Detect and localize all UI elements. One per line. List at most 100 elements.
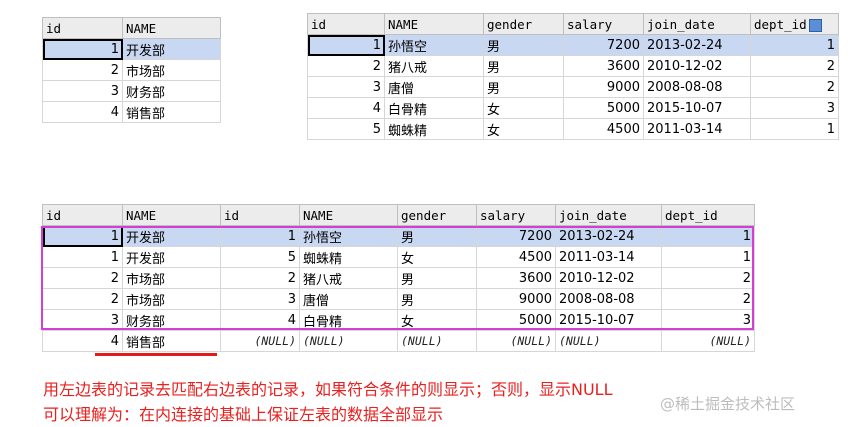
salary-cell[interactable]: 4500: [563, 118, 644, 140]
join-date-cell[interactable]: 2011-03-14: [555, 246, 662, 268]
emp-id-cell[interactable]: 5: [220, 246, 300, 268]
null-cell[interactable]: (NULL): [661, 330, 755, 352]
emp-name-cell[interactable]: 猪八戒: [299, 267, 398, 289]
table-row[interactable]: 4 销售部: [42, 101, 221, 123]
id-cell[interactable]: 2: [42, 59, 123, 81]
join-date-cell[interactable]: 2015-10-07: [643, 97, 751, 119]
null-cell[interactable]: (NULL): [555, 330, 662, 352]
join-date-cell[interactable]: 2011-03-14: [643, 118, 751, 140]
join-date-cell[interactable]: 2010-12-02: [643, 55, 751, 77]
join-date-cell[interactable]: 2013-02-24: [555, 225, 662, 247]
column-header[interactable]: gender: [483, 13, 564, 35]
salary-cell[interactable]: 9000: [563, 76, 644, 98]
dept-id-cell[interactable]: 4: [42, 330, 123, 352]
table-row[interactable]: 2 猪八戒 男 3600 2010-12-02 2: [307, 55, 839, 77]
table-row[interactable]: 3 唐僧 男 9000 2008-08-08 2: [307, 76, 839, 98]
dept-name-cell[interactable]: 市场部: [122, 288, 221, 310]
id-cell[interactable]: 1: [42, 38, 123, 60]
null-cell[interactable]: (NULL): [220, 330, 300, 352]
dept-id-cell[interactable]: 1: [750, 34, 839, 56]
gender-cell[interactable]: 男: [483, 34, 564, 56]
salary-cell[interactable]: 4500: [476, 246, 556, 268]
column-header[interactable]: id: [42, 17, 123, 39]
id-cell[interactable]: 3: [307, 76, 385, 98]
column-header[interactable]: id: [220, 204, 300, 226]
name-cell[interactable]: 唐僧: [384, 76, 484, 98]
column-header[interactable]: join_date: [555, 204, 662, 226]
gender-cell[interactable]: 女: [397, 309, 477, 331]
id-cell[interactable]: 1: [307, 34, 385, 56]
null-cell[interactable]: (NULL): [476, 330, 556, 352]
gender-cell[interactable]: 女: [397, 246, 477, 268]
name-cell[interactable]: 开发部: [122, 38, 221, 60]
dept-name-cell[interactable]: 财务部: [122, 309, 221, 331]
join-date-cell[interactable]: 2015-10-07: [555, 309, 662, 331]
table-row[interactable]: 3 财务部 4 白骨精 女 5000 2015-10-07 3: [42, 309, 755, 331]
emp-id-cell[interactable]: 3: [220, 288, 300, 310]
join-date-cell[interactable]: 2008-08-08: [555, 288, 662, 310]
column-header[interactable]: dept_id: [750, 13, 839, 35]
column-header[interactable]: NAME: [122, 204, 221, 226]
id-cell[interactable]: 4: [42, 101, 123, 123]
dept-id-cell[interactable]: 2: [750, 76, 839, 98]
emp-id-cell[interactable]: 1: [220, 225, 300, 247]
dept-name-cell[interactable]: 开发部: [122, 225, 221, 247]
dept-id-cell[interactable]: 1: [42, 246, 123, 268]
name-cell[interactable]: 财务部: [122, 80, 221, 102]
column-header[interactable]: gender: [397, 204, 477, 226]
emp-id-cell[interactable]: 4: [220, 309, 300, 331]
dept-name-cell[interactable]: 开发部: [122, 246, 221, 268]
table-row[interactable]: 4 白骨精 女 5000 2015-10-07 3: [307, 97, 839, 119]
emp-id-cell[interactable]: 2: [220, 267, 300, 289]
salary-cell[interactable]: 5000: [476, 309, 556, 331]
name-cell[interactable]: 白骨精: [384, 97, 484, 119]
column-header[interactable]: NAME: [122, 17, 221, 39]
null-cell[interactable]: (NULL): [397, 330, 477, 352]
dept-id-cell[interactable]: 2: [750, 55, 839, 77]
join-date-cell[interactable]: 2013-02-24: [643, 34, 751, 56]
dept-id-cell[interactable]: 1: [750, 118, 839, 140]
column-header[interactable]: NAME: [299, 204, 398, 226]
table-row[interactable]: 1 开发部: [42, 38, 221, 60]
column-header[interactable]: salary: [476, 204, 556, 226]
salary-cell[interactable]: 7200: [563, 34, 644, 56]
emp-name-cell[interactable]: 白骨精: [299, 309, 398, 331]
gender-cell[interactable]: 男: [397, 225, 477, 247]
table-row[interactable]: 2 市场部 3 唐僧 男 9000 2008-08-08 2: [42, 288, 755, 310]
emp-dept-id-cell[interactable]: 1: [661, 246, 755, 268]
table-row[interactable]: 1 开发部 1 孙悟空 男 7200 2013-02-24 1: [42, 225, 755, 247]
column-header[interactable]: id: [307, 13, 385, 35]
column-header[interactable]: NAME: [384, 13, 484, 35]
name-cell[interactable]: 销售部: [122, 101, 221, 123]
id-cell[interactable]: 3: [42, 80, 123, 102]
name-cell[interactable]: 孙悟空: [384, 34, 484, 56]
dept-id-cell[interactable]: 1: [42, 225, 123, 247]
salary-cell[interactable]: 7200: [476, 225, 556, 247]
table-row[interactable]: 5 蜘蛛精 女 4500 2011-03-14 1: [307, 118, 839, 140]
table-grid-icon[interactable]: [808, 18, 822, 32]
emp-dept-id-cell[interactable]: 1: [661, 225, 755, 247]
emp-name-cell[interactable]: 蜘蛛精: [299, 246, 398, 268]
gender-cell[interactable]: 男: [397, 288, 477, 310]
gender-cell[interactable]: 男: [397, 267, 477, 289]
dept-id-cell[interactable]: 3: [750, 97, 839, 119]
table-row[interactable]: 1 孙悟空 男 7200 2013-02-24 1: [307, 34, 839, 56]
dept-id-cell[interactable]: 2: [42, 288, 123, 310]
dept-id-cell[interactable]: 3: [42, 309, 123, 331]
emp-dept-id-cell[interactable]: 3: [661, 309, 755, 331]
gender-cell[interactable]: 男: [483, 55, 564, 77]
emp-dept-id-cell[interactable]: 2: [661, 288, 755, 310]
null-cell[interactable]: (NULL): [299, 330, 398, 352]
id-cell[interactable]: 5: [307, 118, 385, 140]
column-header[interactable]: salary: [563, 13, 644, 35]
dept-id-cell[interactable]: 2: [42, 267, 123, 289]
gender-cell[interactable]: 男: [483, 76, 564, 98]
table-row-null[interactable]: 4 销售部 (NULL) (NULL) (NULL) (NULL) (NULL)…: [42, 330, 755, 352]
dept-name-cell[interactable]: 市场部: [122, 267, 221, 289]
column-header[interactable]: dept_id: [661, 204, 755, 226]
id-cell[interactable]: 4: [307, 97, 385, 119]
join-date-cell[interactable]: 2010-12-02: [555, 267, 662, 289]
name-cell[interactable]: 猪八戒: [384, 55, 484, 77]
table-row[interactable]: 2 市场部: [42, 59, 221, 81]
dept-name-cell[interactable]: 销售部: [122, 330, 221, 352]
